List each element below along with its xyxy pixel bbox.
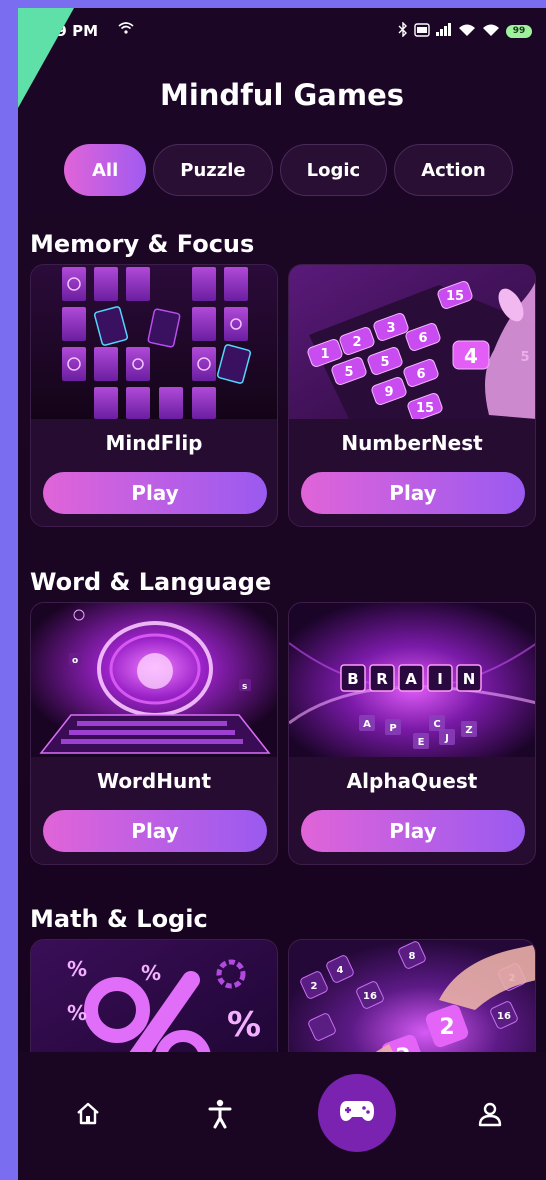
game-card-numbernest[interactable]: 1236 4556 915155 NumberNest Play — [288, 264, 536, 527]
play-button-numbernest[interactable]: Play — [301, 472, 525, 514]
play-button-alphaquest[interactable]: Play — [301, 810, 525, 852]
svg-text:s: s — [242, 682, 247, 692]
svg-text:8: 8 — [409, 951, 416, 962]
svg-text:2: 2 — [352, 335, 361, 350]
svg-text:5: 5 — [380, 355, 389, 370]
filter-chip-action[interactable]: Action — [394, 144, 513, 196]
status-bar: :59 PM 99 — [18, 21, 546, 42]
svg-text:2: 2 — [311, 981, 318, 992]
svg-text:4: 4 — [337, 965, 344, 976]
nav-games-button[interactable] — [318, 1074, 396, 1152]
svg-text:6: 6 — [416, 367, 425, 382]
section-title-memory: Memory & Focus — [30, 230, 255, 258]
nav-home-button[interactable] — [68, 1096, 108, 1136]
small-letter-text: E — [418, 737, 425, 748]
game-title: WordHunt — [96, 769, 212, 793]
svg-text:9: 9 — [384, 385, 393, 400]
play-button-wordhunt[interactable]: Play — [43, 810, 267, 852]
filter-chip-logic[interactable]: Logic — [279, 144, 388, 196]
alphaquest-artwork: BRAINAPCEJZ — [289, 603, 535, 757]
small-letter-text: A — [363, 719, 371, 730]
wifi-icon — [118, 21, 134, 39]
gamepad-icon — [339, 1099, 375, 1127]
wifi-icon — [458, 23, 476, 41]
svg-text:16: 16 — [363, 991, 377, 1002]
status-icons: 99 — [398, 21, 532, 41]
app-screen: :59 PM 99 Mindful Games All Puzzle Logic… — [18, 8, 546, 1180]
letter-tile-text: B — [347, 670, 358, 688]
small-letter-text: P — [389, 723, 396, 734]
numbernest-artwork: 1236 4556 915155 — [289, 265, 535, 419]
svg-text:15: 15 — [446, 289, 464, 304]
game-card-mindflip[interactable]: MindFlip Play — [30, 264, 278, 527]
wifi-icon — [482, 23, 500, 41]
letter-tile-text: I — [437, 670, 443, 688]
svg-text:15: 15 — [416, 401, 434, 416]
profile-icon — [477, 1101, 503, 1131]
svg-text:5: 5 — [344, 365, 353, 380]
page-title: Mindful Games — [159, 78, 405, 112]
wordhunt-artwork: o s — [31, 603, 277, 757]
game-title: NumberNest — [341, 431, 483, 455]
svg-text:2: 2 — [439, 1015, 454, 1040]
svg-text:1: 1 — [320, 347, 329, 362]
small-letter-text: Z — [465, 725, 472, 736]
svg-text:6: 6 — [418, 331, 427, 346]
svg-text:16: 16 — [497, 1011, 511, 1022]
mindflip-artwork — [31, 265, 277, 419]
accessibility-icon — [207, 1099, 233, 1133]
svg-text:4: 4 — [464, 344, 478, 368]
svg-text:%: % — [227, 1005, 261, 1045]
volte-icon — [414, 22, 430, 41]
filter-chip-puzzle[interactable]: Puzzle — [153, 144, 273, 196]
corner-decoration — [18, 8, 74, 108]
section-title-math: Math & Logic — [30, 905, 208, 933]
play-button-mindflip[interactable]: Play — [43, 472, 267, 514]
small-letter-text: J — [444, 733, 449, 744]
game-card-alphaquest[interactable]: BRAINAPCEJZ AlphaQuest Play — [288, 602, 536, 865]
bluetooth-icon — [398, 21, 408, 41]
filter-chips: All Puzzle Logic Action — [64, 144, 513, 196]
letter-tile-text: N — [463, 670, 476, 688]
bottom-navigation — [18, 1052, 546, 1180]
home-icon — [75, 1101, 101, 1131]
svg-text:3: 3 — [386, 321, 395, 336]
small-letter-text: C — [433, 719, 440, 730]
signal-icon — [436, 23, 452, 40]
svg-text:%: % — [67, 1001, 87, 1025]
letter-tile-text: A — [405, 670, 417, 688]
game-card-wordhunt[interactable]: o s WordHunt Play — [30, 602, 278, 865]
game-title: AlphaQuest — [346, 769, 478, 793]
nav-accessibility-button[interactable] — [200, 1096, 240, 1136]
svg-text:%: % — [141, 961, 161, 985]
svg-text:%: % — [67, 957, 87, 981]
battery-icon: 99 — [506, 25, 532, 38]
game-title: MindFlip — [105, 431, 203, 455]
section-title-word: Word & Language — [30, 568, 272, 596]
filter-chip-all[interactable]: All — [64, 144, 147, 196]
svg-text:o: o — [72, 656, 78, 666]
nav-profile-button[interactable] — [470, 1096, 510, 1136]
letter-tile-text: R — [376, 670, 388, 688]
